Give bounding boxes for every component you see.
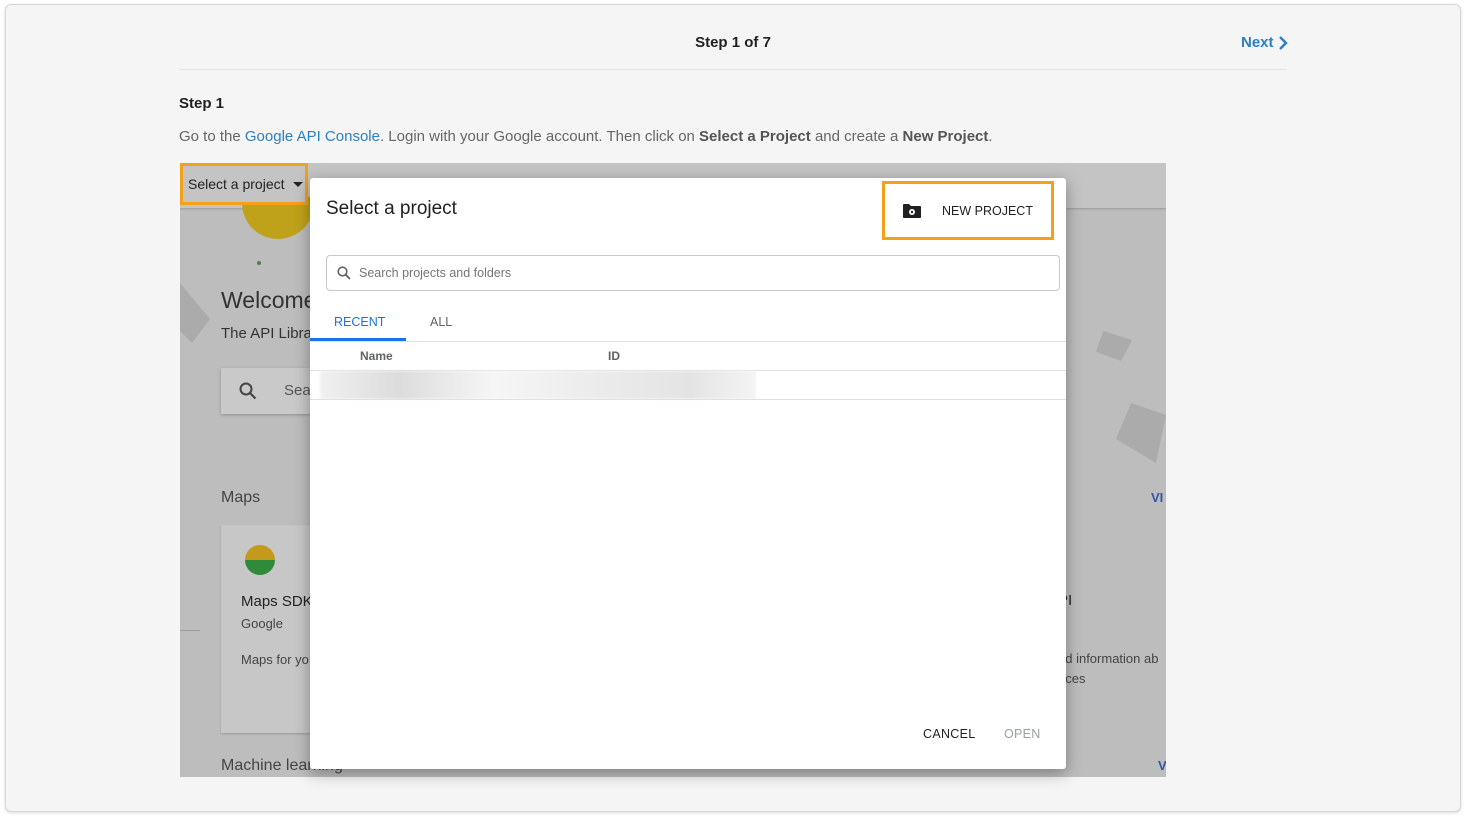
select-project-dropdown[interactable]: Select a project <box>180 163 308 205</box>
bg-card-title: Maps SDK <box>241 593 313 610</box>
search-icon <box>239 382 257 400</box>
new-project-button[interactable]: NEW PROJECT <box>882 181 1054 240</box>
tab-all[interactable]: ALL <box>430 315 452 329</box>
bg-search-text: Sea <box>284 382 311 399</box>
bg-card-vendor: Google <box>241 616 283 631</box>
decor-dot <box>257 261 261 265</box>
select-project-label: Select a project <box>188 176 285 192</box>
header-divider <box>179 69 1287 70</box>
blurred-project-entry <box>320 371 756 399</box>
project-search-field[interactable] <box>326 255 1060 291</box>
next-label: Next <box>1241 34 1274 51</box>
project-search-input[interactable] <box>357 265 961 281</box>
table-row[interactable] <box>310 371 1066 399</box>
bg-view-all-link: V <box>1158 758 1166 773</box>
dialog-title: Select a project <box>326 198 457 219</box>
bg-decoration <box>1096 331 1132 361</box>
maps-sdk-logo-icon <box>245 545 275 575</box>
google-api-console-link[interactable]: Google API Console <box>245 128 380 145</box>
bg-decoration <box>1116 403 1166 463</box>
bg-welcome-text: Welcome <box>221 287 317 313</box>
table-divider <box>310 341 1066 342</box>
new-folder-icon <box>903 203 921 218</box>
step-heading: Step 1 <box>179 95 225 112</box>
cancel-button[interactable]: CANCEL <box>923 727 976 741</box>
bg-card-desc-right: ed information ab <box>1058 651 1159 666</box>
table-divider <box>310 399 1066 400</box>
bg-view-all-link: VI <box>1151 490 1164 505</box>
chevron-right-icon <box>1278 35 1288 50</box>
search-icon <box>337 266 351 280</box>
caret-down-icon <box>292 181 303 187</box>
select-project-dialog: Select a project NEW PROJECT RECENT ALL … <box>310 178 1066 769</box>
bg-decoration <box>180 283 210 343</box>
bg-card-desc: Maps for yo <box>241 652 309 667</box>
bg-maps-heading: Maps <box>221 489 261 506</box>
next-button[interactable]: Next <box>1241 34 1288 51</box>
bg-divider <box>180 630 200 631</box>
bg-api-library-text: The API Libra <box>221 325 312 342</box>
step-instructions: Go to the Google API Console. Login with… <box>179 128 993 145</box>
tab-recent[interactable]: RECENT <box>334 315 385 329</box>
new-project-label: NEW PROJECT <box>942 203 1033 218</box>
open-button[interactable]: OPEN <box>1004 727 1041 741</box>
column-header-id: ID <box>608 349 620 363</box>
column-header-name: Name <box>360 349 393 363</box>
